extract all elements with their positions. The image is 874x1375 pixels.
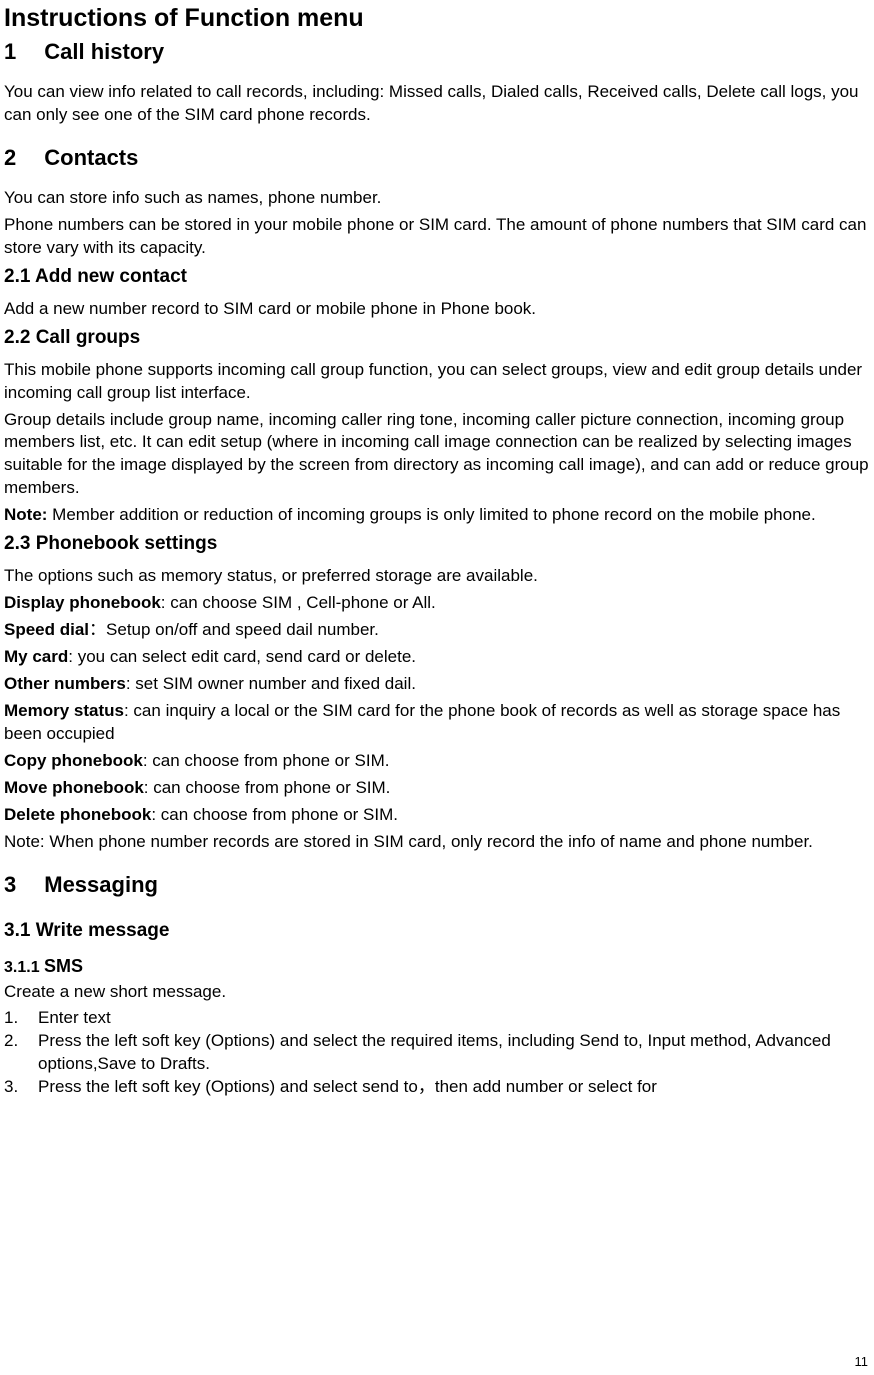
opt-my-card-label: My card [4, 647, 68, 666]
section-2-p2: Phone numbers can be stored in your mobi… [4, 214, 870, 260]
list-item-1-num: 1. [4, 1007, 38, 1030]
section-3-1-heading: 3.1 Write message [4, 920, 870, 942]
section-3-txt: Messaging [44, 872, 158, 897]
opt-display-phonebook-label: Display phonebook [4, 593, 161, 612]
doc-title: Instructions of Function menu [4, 4, 870, 33]
section-2-3-heading: 2.3 Phonebook settings [4, 533, 870, 555]
section-2-2-heading: 2.2 Call groups [4, 327, 870, 349]
section-2-3-p1: The options such as memory status, or pr… [4, 565, 870, 588]
section-2-1-heading: 2.1 Add new contact [4, 266, 870, 288]
opt-other-numbers-label: Other numbers [4, 674, 126, 693]
section-2-2-p1: This mobile phone supports incoming call… [4, 359, 870, 405]
list-item-2-txt: Press the left soft key (Options) and se… [38, 1030, 870, 1076]
opt-copy-phonebook: Copy phonebook: can choose from phone or… [4, 750, 870, 773]
page-number: 11 [855, 1354, 869, 1369]
section-1-txt: Call history [44, 39, 164, 64]
opt-display-phonebook: Display phonebook: can choose SIM , Cell… [4, 592, 870, 615]
opt-speed-dial: Speed dial：Setup on/off and speed dail n… [4, 619, 870, 642]
opt-my-card: My card: you can select edit card, send … [4, 646, 870, 669]
list-item-2-num: 2. [4, 1030, 38, 1076]
section-1-num: 1 [4, 39, 16, 65]
section-2-2-p2: Group details include group name, incomi… [4, 409, 870, 501]
section-3-1-1-heading: 3.1.1 SMS [4, 956, 870, 977]
section-3-heading: 3 Messaging [4, 872, 870, 898]
list-item-3-txt: Press the left soft key (Options) and se… [38, 1076, 870, 1099]
list-item-1-txt: Enter text [38, 1007, 870, 1030]
opt-memory-status-text: : can inquiry a local or the SIM card fo… [4, 701, 840, 743]
opt-delete-phonebook-text: : can choose from phone or SIM. [151, 805, 398, 824]
section-2-3-note: Note: When phone number records are stor… [4, 831, 870, 854]
section-2-1-p1: Add a new number record to SIM card or m… [4, 298, 870, 321]
section-2-num: 2 [4, 145, 16, 171]
note-label: Note: [4, 505, 47, 524]
note-text: Member addition or reduction of incoming… [47, 505, 815, 524]
opt-other-numbers: Other numbers: set SIM owner number and … [4, 673, 870, 696]
section-2-heading: 2 Contacts [4, 145, 870, 171]
list-item-3-num: 3. [4, 1076, 38, 1099]
section-3-num: 3 [4, 872, 16, 898]
list-item-2: 2. Press the left soft key (Options) and… [4, 1030, 870, 1076]
section-3-1-1-pre: 3.1.1 [4, 959, 44, 976]
opt-move-phonebook-label: Move phonebook [4, 778, 144, 797]
opt-speed-dial-text: ：Setup on/off and speed dail number. [89, 620, 379, 639]
opt-my-card-text: : you can select edit card, send card or… [68, 647, 416, 666]
opt-memory-status: Memory status: can inquiry a local or th… [4, 700, 870, 746]
opt-memory-status-label: Memory status [4, 701, 124, 720]
section-3-1-1-txt: SMS [44, 956, 83, 976]
list-item-1: 1. Enter text [4, 1007, 870, 1030]
opt-copy-phonebook-label: Copy phonebook [4, 751, 143, 770]
opt-delete-phonebook-label: Delete phonebook [4, 805, 151, 824]
list-item-3: 3. Press the left soft key (Options) and… [4, 1076, 870, 1099]
opt-move-phonebook-text: : can choose from phone or SIM. [144, 778, 391, 797]
opt-delete-phonebook: Delete phonebook: can choose from phone … [4, 804, 870, 827]
section-1-heading: 1 Call history [4, 39, 870, 65]
section-3-1-1-p1: Create a new short message. [4, 981, 870, 1004]
section-2-txt: Contacts [44, 145, 138, 170]
section-2-p1: You can store info such as names, phone … [4, 187, 870, 210]
section-2-2-note: Note: Member addition or reduction of in… [4, 504, 870, 527]
opt-display-phonebook-text: : can choose SIM , Cell-phone or All. [161, 593, 436, 612]
opt-other-numbers-text: : set SIM owner number and fixed dail. [126, 674, 416, 693]
opt-move-phonebook: Move phonebook: can choose from phone or… [4, 777, 870, 800]
opt-copy-phonebook-text: : can choose from phone or SIM. [143, 751, 390, 770]
opt-speed-dial-label: Speed dial [4, 620, 89, 639]
section-1-p1: You can view info related to call record… [4, 81, 870, 127]
